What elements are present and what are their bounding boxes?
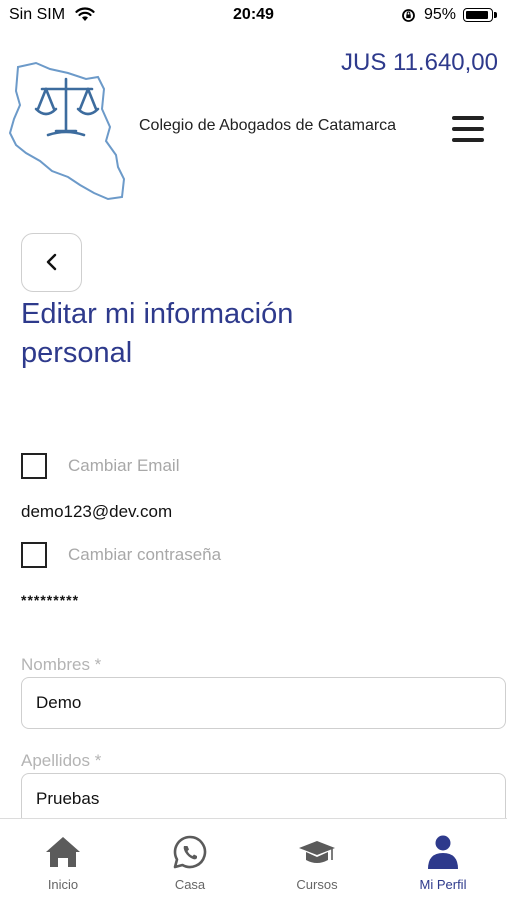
organization-name: Colegio de Abogados de Catamarca [139,117,397,134]
change-email-checkbox[interactable] [21,453,47,479]
change-password-label: Cambiar contraseña [68,545,222,564]
logo-icon [8,61,126,201]
tab-inicio[interactable]: Inicio [0,819,126,901]
last-name-label: Apellidos * [21,751,102,770]
back-button[interactable] [21,233,82,292]
email-value: demo123@dev.com [21,502,173,521]
change-password-checkbox[interactable] [21,542,47,568]
user-icon [428,835,458,869]
battery-icon [463,8,493,22]
battery-tip [494,12,497,18]
tab-mi-perfil[interactable]: Mi Perfil [380,819,506,901]
tab-mi-perfil-label: Mi Perfil [419,877,467,892]
first-name-input[interactable]: Demo [21,677,506,729]
home-icon [46,837,80,867]
balance-amount: JUS 11.640,00 [341,49,498,76]
tab-casa-label: Casa [174,877,206,892]
tab-casa[interactable]: Casa [127,819,253,901]
orientation-lock-icon [402,9,415,22]
change-email-label: Cambiar Email [68,456,180,475]
tab-cursos-label: Cursos [296,877,338,892]
hamburger-menu-icon[interactable] [448,113,488,147]
tab-inicio-label: Inicio [47,877,79,892]
chevron-left-icon [46,253,57,271]
password-mask: ********* [21,592,80,608]
status-bar: Sin SIM 20:49 95% [0,0,507,30]
battery-percentage: 95% [424,6,457,23]
whatsapp-icon [173,835,207,869]
first-name-label: Nombres * [21,655,102,674]
graduation-cap-icon [299,841,335,863]
tab-cursos[interactable]: Cursos [254,819,380,901]
page-title: Editar mi información personal [21,298,294,369]
bottom-tab-bar: Inicio Casa Cursos Mi Perfil [0,818,507,901]
